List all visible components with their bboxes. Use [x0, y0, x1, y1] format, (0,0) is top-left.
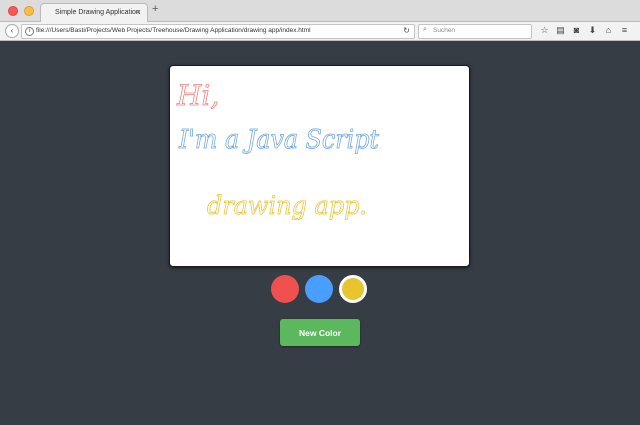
- stroke-text-drawing-app: drawing app.: [207, 191, 367, 220]
- stroke-text-hi: Hi,: [176, 79, 219, 112]
- new-tab-icon[interactable]: +: [152, 3, 158, 15]
- swatch-blue[interactable]: [305, 275, 333, 303]
- pocket-icon[interactable]: ◙: [572, 25, 581, 36]
- tab-close-icon[interactable]: ×: [136, 7, 141, 17]
- clipboard-icon[interactable]: ▤: [556, 25, 565, 36]
- drawing-strokes: Hi, I'm a Java Script drawing app.: [176, 79, 380, 221]
- browser-window: Simple Drawing Application × + ‹ i file:…: [0, 0, 640, 425]
- search-icon: ⌕: [423, 26, 427, 33]
- stroke-drawing-app: drawing app.: [207, 191, 368, 221]
- tab-bar: Simple Drawing Application × +: [0, 0, 640, 22]
- info-icon[interactable]: i: [25, 27, 34, 36]
- minimize-window-button[interactable]: [24, 6, 34, 16]
- reload-icon[interactable]: ↻: [403, 26, 410, 35]
- back-icon[interactable]: ‹: [5, 24, 19, 38]
- url-bar[interactable]: i file:///Users/Basti/Projects/Web Proje…: [21, 24, 415, 39]
- download-icon[interactable]: ⬇: [588, 25, 597, 36]
- url-text[interactable]: file:///Users/Basti/Projects/Web Project…: [36, 27, 311, 34]
- close-window-button[interactable]: [8, 6, 18, 16]
- search-placeholder: Suchen: [433, 27, 456, 34]
- stroke-javascript: I'm a Java Script: [178, 125, 380, 156]
- home-icon[interactable]: ⌂: [604, 25, 613, 36]
- drawing-canvas[interactable]: Hi, I'm a Java Script drawing app.: [169, 65, 470, 267]
- stroke-text-javascript: I'm a Java Script: [178, 125, 379, 155]
- new-color-button[interactable]: New Color: [280, 319, 360, 346]
- navigation-bar: ‹ i file:///Users/Basti/Projects/Web Pro…: [0, 22, 640, 41]
- toolbar-icons: ☆ ▤ ◙ ⬇ ⌂ ≡: [540, 25, 629, 36]
- search-input[interactable]: ⌕ Suchen: [418, 24, 532, 39]
- swatch-yellow[interactable]: [339, 275, 367, 303]
- swatch-red[interactable]: [271, 275, 299, 303]
- menu-icon[interactable]: ≡: [620, 25, 629, 36]
- tab-title: Simple Drawing Application: [55, 9, 140, 16]
- bookmark-star-icon[interactable]: ☆: [540, 25, 549, 36]
- stroke-hi: Hi,: [176, 79, 220, 113]
- color-swatches: [271, 275, 367, 303]
- tab-simple-drawing-app[interactable]: Simple Drawing Application ×: [40, 3, 148, 22]
